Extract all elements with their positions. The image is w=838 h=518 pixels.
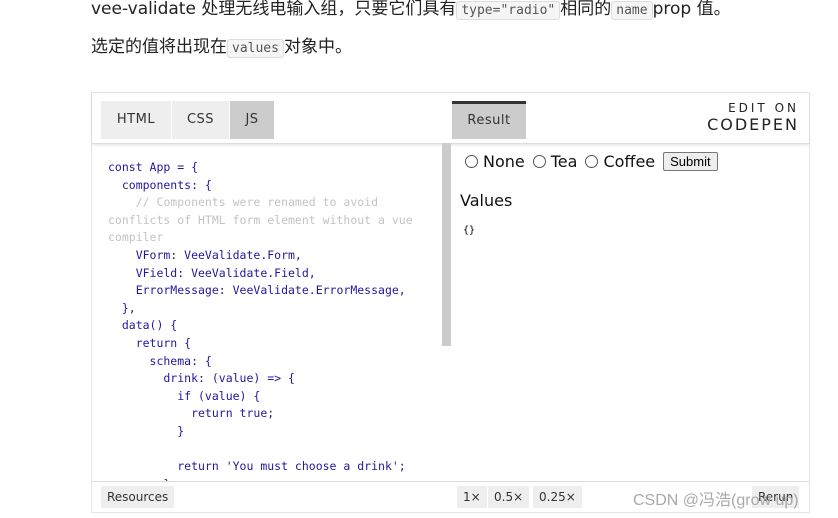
radio-tea[interactable] <box>532 155 546 168</box>
code-editor[interactable]: const App = { components: { // Component… <box>108 159 413 493</box>
code-line: schema: { <box>108 353 212 368</box>
inline-code: type="radio" <box>456 1 561 20</box>
result-pane: None Tea Coffee Submit Values {} <box>451 143 809 483</box>
text: 对象中。 <box>283 37 352 57</box>
edit-on-codepen-link[interactable]: EDIT ON CODEPEN <box>707 101 799 134</box>
intro-paragraph: vee-validate 处理无线电输入组，只要它们具有 type="radio"… <box>91 0 731 67</box>
zoom-1x-button[interactable]: 1× <box>457 486 487 508</box>
code-line: return true; <box>108 406 275 421</box>
radio-none[interactable] <box>465 155 478 168</box>
code-line: }, <box>108 300 136 315</box>
radio-coffee[interactable] <box>585 155 599 168</box>
radio-label: Coffee <box>603 152 656 171</box>
watermark: CSDN @冯浩(grow up) <box>633 492 799 509</box>
text: 选定的值将出现在 <box>91 37 227 57</box>
code-line: conflicts of HTML form element without a… <box>108 212 413 227</box>
values-heading: Values <box>460 191 513 210</box>
code-line: data() { <box>108 318 178 333</box>
resources-button[interactable]: Resources <box>101 486 175 508</box>
codepen-logo: CODEPEN <box>707 115 799 134</box>
radio-group: None Tea Coffee Submit <box>463 152 718 171</box>
code-line: VForm: VeeValidate.Form, <box>108 247 302 262</box>
code-line: ErrorMessage: VeeValidate.ErrorMessage, <box>108 283 406 298</box>
text: prop 值。 <box>652 0 731 19</box>
scrollbar[interactable] <box>442 143 451 346</box>
code-line: VField: VeeValidate.Field, <box>108 265 316 280</box>
zoom-0.25x-button[interactable]: 0.25× <box>533 486 582 508</box>
tab-css[interactable]: CSS <box>172 101 229 139</box>
code-line: drink: (value) => { <box>108 371 295 386</box>
radio-label: None <box>483 152 525 171</box>
tab-bar: HTML CSS JS Result EDIT ON CODEPEN <box>92 93 809 144</box>
edit-on-label: EDIT ON <box>728 101 799 115</box>
code-line: } <box>108 423 185 438</box>
radio-label: Tea <box>550 152 578 171</box>
tab-result[interactable]: Result <box>452 101 526 139</box>
text: vee-validate 处理无线电输入组，只要它们具有 <box>91 0 457 19</box>
code-line: return 'You must choose a drink'; <box>108 459 406 474</box>
tab-html[interactable]: HTML <box>101 101 171 139</box>
text: 相同的 <box>560 0 612 19</box>
code-line: const App = { <box>108 160 199 174</box>
code-line: // Components were renamed to avoid <box>108 195 379 210</box>
zoom-0.5x-button[interactable]: 0.5× <box>488 486 530 508</box>
values-output: {} <box>463 225 476 236</box>
codepen-embed: HTML CSS JS Result EDIT ON CODEPEN const… <box>91 92 810 513</box>
code-line: return { <box>108 335 192 350</box>
inline-code: name <box>611 1 653 20</box>
inline-code: values <box>227 39 284 58</box>
code-line: components: { <box>108 177 212 192</box>
submit-button[interactable]: Submit <box>663 152 718 171</box>
code-line: if (value) { <box>108 388 261 403</box>
code-line: compiler <box>108 230 164 245</box>
tab-js[interactable]: JS <box>230 101 274 139</box>
